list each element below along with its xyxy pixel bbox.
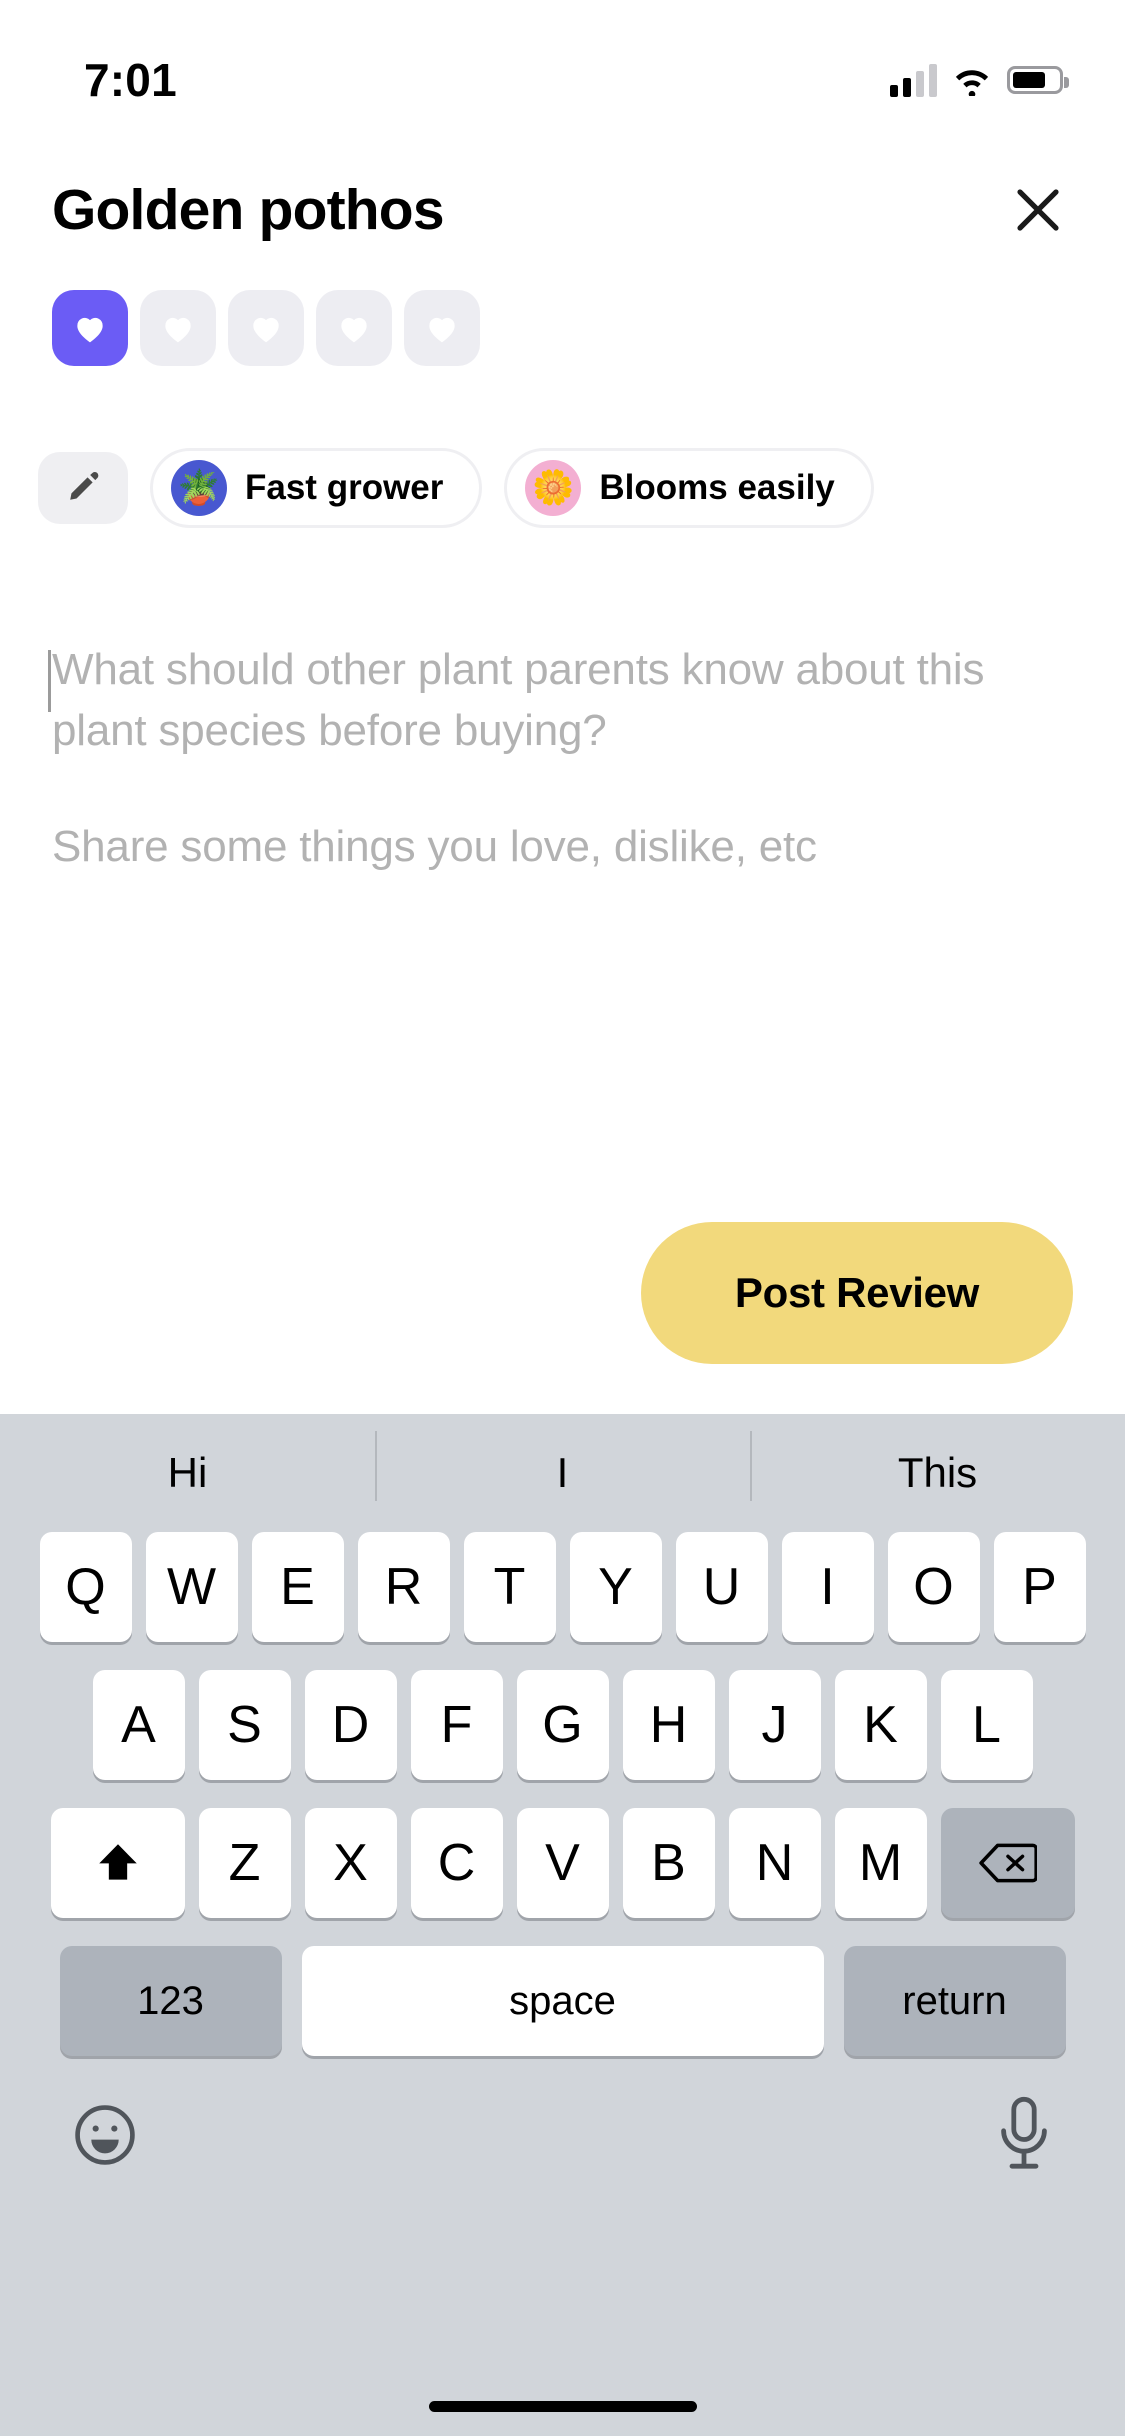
header: Golden pothos <box>0 175 1125 245</box>
heart-rating[interactable] <box>52 290 480 366</box>
keyboard-rows: Q W E R T Y U I O P A S D F G H J K L Z … <box>0 1532 1125 2056</box>
review-placeholder-line-2: Share some things you love, dislike, etc <box>52 822 817 872</box>
review-composer-screen: 7:01 Golden pothos 🪴 Fast grower 🌼 Bloom… <box>0 0 1125 2436</box>
key-k[interactable]: K <box>834 1670 927 1780</box>
battery-icon <box>1007 66 1069 94</box>
key-s[interactable]: S <box>198 1670 291 1780</box>
heart-icon <box>429 317 455 343</box>
tag-chip-fast-grower[interactable]: 🪴 Fast grower <box>150 448 483 528</box>
key-b[interactable]: B <box>622 1808 715 1918</box>
key-x[interactable]: X <box>304 1808 397 1918</box>
pencil-icon <box>70 472 99 500</box>
key-g[interactable]: G <box>516 1670 609 1780</box>
post-review-button[interactable]: Post Review <box>641 1222 1073 1364</box>
cellular-signal-icon <box>890 63 937 97</box>
home-indicator <box>428 2401 697 2412</box>
shift-arrow-icon <box>98 1844 137 1880</box>
key-j[interactable]: J <box>728 1670 821 1780</box>
status-bar-time: 7:01 <box>84 54 177 106</box>
key-e[interactable]: E <box>251 1532 344 1642</box>
close-icon[interactable] <box>1003 175 1073 245</box>
key-d[interactable]: D <box>304 1670 397 1780</box>
shift-key[interactable] <box>50 1808 185 1918</box>
blossom-icon: 🌼 <box>525 460 582 516</box>
heart-icon <box>341 317 367 343</box>
review-input[interactable]: What should other plant parents know abo… <box>48 640 1072 1170</box>
key-u[interactable]: U <box>675 1532 768 1642</box>
key-a[interactable]: A <box>92 1670 185 1780</box>
key-q[interactable]: Q <box>39 1532 132 1642</box>
key-v[interactable]: V <box>516 1808 609 1918</box>
key-r[interactable]: R <box>357 1532 450 1642</box>
backspace-icon <box>978 1843 1037 1883</box>
edit-tags-button[interactable] <box>38 452 128 524</box>
keyboard-row-3: Z X C V B N M <box>10 1808 1115 1918</box>
heart-icon <box>77 317 103 343</box>
key-i[interactable]: I <box>781 1532 874 1642</box>
key-m[interactable]: M <box>834 1808 927 1918</box>
key-t[interactable]: T <box>463 1532 556 1642</box>
key-c[interactable]: C <box>410 1808 503 1918</box>
keyboard-bottom-bar <box>0 2056 1125 2179</box>
potted-plant-icon: 🪴 <box>171 460 227 516</box>
backspace-key[interactable] <box>940 1808 1075 1918</box>
numbers-key[interactable]: 123 <box>59 1946 282 2056</box>
page-title: Golden pothos <box>52 178 445 242</box>
post-review-label: Post Review <box>734 1269 980 1316</box>
key-p[interactable]: P <box>993 1532 1086 1642</box>
suggestion-bar: Hi I This <box>0 1414 1125 1532</box>
heart-rating-1[interactable] <box>52 290 128 366</box>
key-h[interactable]: H <box>622 1670 715 1780</box>
review-placeholder-line-1: What should other plant parents know abo… <box>52 645 985 755</box>
text-caret <box>48 650 51 712</box>
suggestion-2[interactable]: This <box>750 1431 1125 1501</box>
status-bar-indicators <box>890 63 1069 97</box>
status-bar: 7:01 <box>0 0 1125 132</box>
emoji-smiley-icon[interactable] <box>70 2100 140 2175</box>
space-key[interactable]: space <box>301 1946 824 2056</box>
key-z[interactable]: Z <box>198 1808 291 1918</box>
return-key[interactable]: return <box>843 1946 1066 2056</box>
key-f[interactable]: F <box>410 1670 503 1780</box>
heart-rating-4[interactable] <box>316 290 392 366</box>
heart-rating-5[interactable] <box>404 290 480 366</box>
suggestion-0[interactable]: Hi <box>0 1449 375 1497</box>
key-n[interactable]: N <box>728 1808 821 1918</box>
suggestion-1[interactable]: I <box>375 1431 750 1501</box>
heart-icon <box>253 317 279 343</box>
key-y[interactable]: Y <box>569 1532 662 1642</box>
heart-icon <box>165 317 191 343</box>
microphone-icon[interactable] <box>993 2096 1055 2179</box>
ios-keyboard: Hi I This Q W E R T Y U I O P A S D F G … <box>0 1414 1125 2436</box>
key-o[interactable]: O <box>887 1532 980 1642</box>
keyboard-row-1: Q W E R T Y U I O P <box>10 1532 1115 1642</box>
tag-chip-blooms-easily[interactable]: 🌼 Blooms easily <box>504 448 874 528</box>
keyboard-row-2: A S D F G H J K L <box>10 1670 1115 1780</box>
heart-rating-2[interactable] <box>140 290 216 366</box>
tag-chip-label: Fast grower <box>245 468 444 507</box>
tag-chips-row: 🪴 Fast grower 🌼 Blooms easily <box>38 448 874 528</box>
wifi-icon <box>955 70 989 96</box>
key-w[interactable]: W <box>145 1532 238 1642</box>
key-l[interactable]: L <box>940 1670 1033 1780</box>
tag-chip-label: Blooms easily <box>599 468 835 507</box>
heart-rating-3[interactable] <box>228 290 304 366</box>
keyboard-row-4: 123 space return <box>10 1946 1115 2056</box>
